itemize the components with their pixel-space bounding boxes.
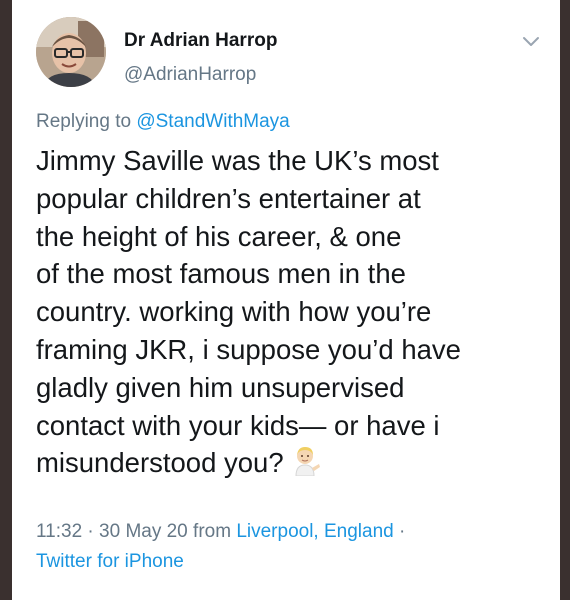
meta-separator: · <box>87 521 94 542</box>
tweet-card: Dr Adrian Harrop @AdrianHarrop Replying … <box>12 0 560 600</box>
chevron-down-icon[interactable] <box>520 30 542 52</box>
tweet-date[interactable]: 30 May 20 <box>99 521 188 542</box>
tweet-line: contact with your kids— or have i <box>36 409 440 441</box>
tweet-line: popular children’s entertainer at <box>36 182 421 214</box>
left-frame-border <box>0 0 12 600</box>
display-name[interactable]: Dr Adrian Harrop <box>124 30 277 52</box>
source-link[interactable]: Twitter for iPhone <box>36 551 184 573</box>
right-frame-border <box>560 0 570 600</box>
tweet-line: Jimmy Saville was the UK’s most <box>36 145 439 176</box>
from-label: from <box>193 521 232 542</box>
avatar[interactable] <box>36 17 106 87</box>
location-link[interactable]: Liverpool, England <box>236 521 393 542</box>
tweet-line: country. working with how you’re <box>36 296 432 328</box>
person-tipping-hand-emoji <box>295 447 320 477</box>
user-handle[interactable]: @AdrianHarrop <box>124 64 256 86</box>
meta-separator-2: · <box>399 521 406 542</box>
tweet-line: gladly given him unsupervised <box>36 371 405 403</box>
tweet-line: of the most famous men in the <box>36 258 406 290</box>
reply-prefix: Replying to <box>36 111 132 132</box>
tweet-text: Jimmy Saville was the UK’s most popular … <box>36 142 546 482</box>
tweet-line-last: misunderstood you? <box>36 444 546 482</box>
tweet-line: framing JKR, i suppose you’d have <box>36 333 461 365</box>
tweet-metadata: 11:32 · 30 May 20 from Liverpool, Englan… <box>36 521 405 543</box>
avatar-image <box>36 17 106 87</box>
reply-mention-link[interactable]: @StandWithMaya <box>136 111 289 132</box>
reply-context: Replying to @StandWithMaya <box>36 111 290 133</box>
tweet-line-text: misunderstood you? <box>36 447 284 479</box>
tweet-line: the height of his career, & one <box>36 220 402 252</box>
tweet-time[interactable]: 11:32 <box>36 521 82 542</box>
